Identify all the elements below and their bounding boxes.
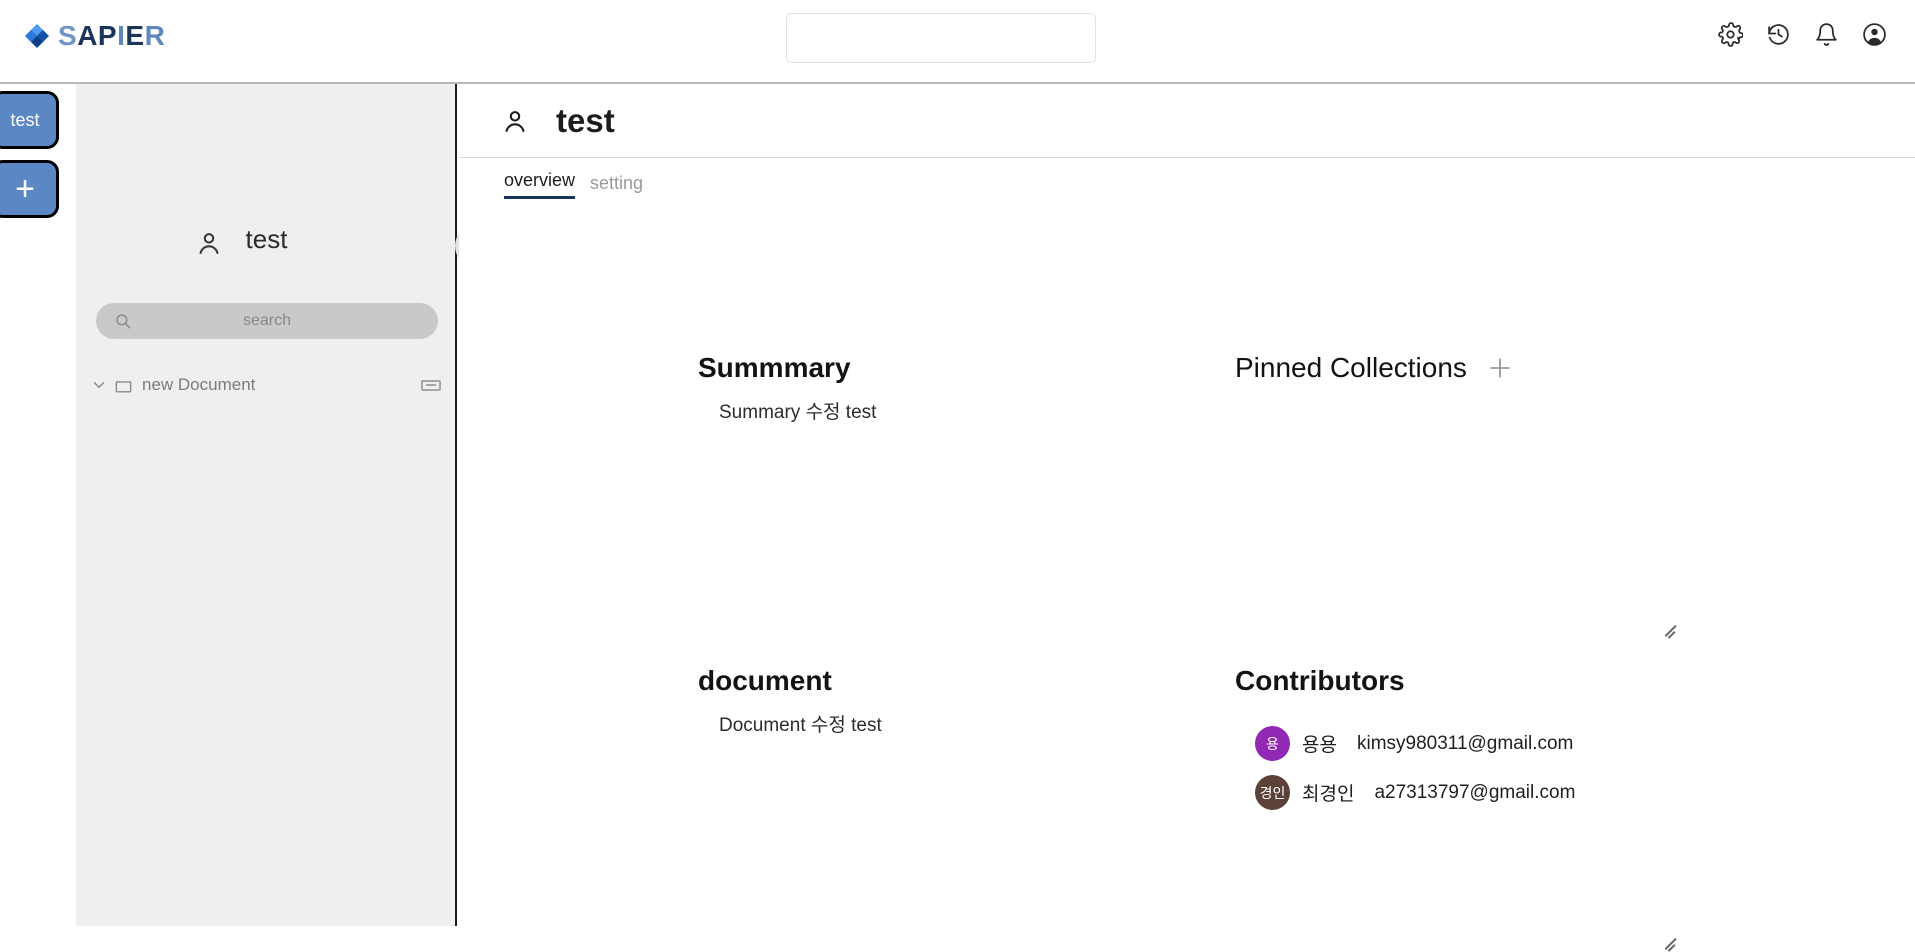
tab-overview[interactable]: overview	[504, 170, 576, 199]
account-icon[interactable]	[1862, 22, 1887, 47]
page-title: test	[556, 101, 615, 139]
header-icon-group	[1718, 22, 1887, 47]
tab-setting[interactable]: setting	[590, 173, 643, 199]
plus-icon[interactable]	[1487, 355, 1513, 381]
document-resize-handle[interactable]	[1662, 934, 1678, 950]
main-content: test overview setting Summmary Summary 수…	[459, 84, 1915, 926]
sidebar-tree-item-new-document[interactable]: new Document	[76, 369, 457, 401]
contributor-name: 용용	[1302, 735, 1337, 756]
list-item[interactable]: 경인 최경인 a27313797@gmail.com	[1255, 768, 1575, 817]
summary-resize-handle[interactable]	[1662, 621, 1678, 637]
folder-icon	[115, 380, 132, 393]
brand-part-4: E	[125, 20, 145, 51]
contributors-list: 용 용용 kimsy980311@gmail.com 경인 최경인 a27313…	[1255, 719, 1575, 817]
summary-text[interactable]: Summary 수정 test	[719, 397, 876, 424]
history-icon[interactable]	[1766, 22, 1791, 47]
workspace-button-label: test	[10, 109, 40, 130]
brand-part-2: AP	[77, 20, 118, 51]
global-search-input[interactable]	[786, 13, 1096, 63]
contributor-name: 최경인	[1302, 784, 1355, 805]
workspace-rail: test +	[0, 84, 76, 926]
pinned-collections-header: Pinned Collections	[1235, 352, 1513, 384]
plus-icon: +	[15, 169, 35, 208]
list-item[interactable]: 용 용용 kimsy980311@gmail.com	[1255, 719, 1575, 768]
document-text[interactable]: Document 수정 test	[719, 710, 882, 737]
sidebar-tree-item-label: new Document	[142, 375, 256, 394]
sidebar: test + new Document	[76, 84, 499, 926]
chevron-down-icon[interactable]	[90, 376, 108, 394]
add-workspace-button[interactable]: +	[0, 160, 59, 218]
workspace-button-test[interactable]: test	[0, 91, 59, 149]
sidebar-search-input[interactable]	[96, 303, 438, 339]
brand-part-1: S	[58, 20, 78, 51]
avatar: 용	[1255, 726, 1290, 761]
pinned-collections-heading: Pinned Collections	[1235, 352, 1467, 383]
brand-part-5: R	[144, 20, 166, 51]
contributors-heading: Contributors	[1235, 665, 1405, 696]
brand-name: SAPIER	[58, 22, 165, 50]
document-heading: document	[698, 665, 832, 696]
app-logo[interactable]: SAPIER	[24, 22, 165, 50]
avatar: 경인	[1255, 775, 1290, 810]
contributor-email: a27313797@gmail.com	[1374, 781, 1576, 803]
diamond-logo-icon	[25, 24, 49, 48]
main-header: test	[459, 84, 1915, 158]
sidebar-title: test	[245, 224, 288, 254]
person-icon	[505, 110, 525, 132]
contributor-email: kimsy980311@gmail.com	[1356, 732, 1574, 754]
tab-bar: overview setting	[504, 170, 643, 199]
bell-icon[interactable]	[1814, 22, 1839, 47]
top-bar: SAPIER	[0, 0, 1915, 84]
document-badge-icon[interactable]	[421, 379, 441, 391]
summary-heading: Summmary	[698, 352, 851, 383]
gear-icon[interactable]	[1718, 22, 1743, 47]
